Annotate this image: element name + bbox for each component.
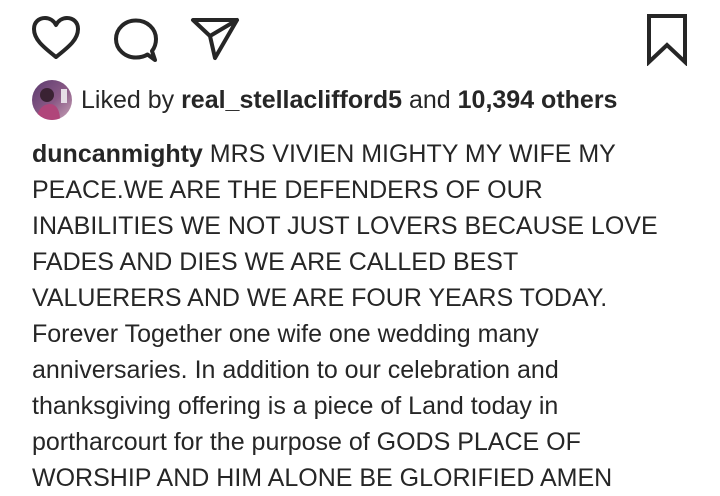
liker-username[interactable]: real_stellaclifford5 xyxy=(181,86,402,114)
and-label: and xyxy=(408,86,451,114)
heart-icon xyxy=(32,16,80,59)
comment-button[interactable] xyxy=(112,17,160,63)
liker-avatar[interactable] xyxy=(32,80,72,120)
speech-bubble-icon xyxy=(114,18,158,62)
likes-count[interactable]: 10,394 others xyxy=(458,86,618,114)
caption-line: duncanmighty MRS VIVIEN MIGHTY MY WIFE M… xyxy=(32,136,692,172)
likes-summary: Liked by real_stellaclifford5 and 10,394… xyxy=(32,80,617,120)
caption-username[interactable]: duncanmighty xyxy=(32,140,203,168)
caption-line: PEACE.WE ARE THE DEFENDERS OF OUR xyxy=(32,176,543,204)
caption-line: FADES AND DIES WE ARE CALLED BEST xyxy=(32,248,519,276)
caption-line: portharcourt for the purpose of GODS PLA… xyxy=(32,428,581,456)
liked-by-label: Liked by xyxy=(81,86,175,114)
paper-plane-icon xyxy=(191,18,239,60)
post-caption: duncanmighty MRS VIVIEN MIGHTY MY WIFE M… xyxy=(32,136,692,496)
like-button[interactable] xyxy=(31,15,81,61)
caption-line: anniversaries. In addition to our celebr… xyxy=(32,356,559,384)
caption-text: MRS VIVIEN MIGHTY MY WIFE MY xyxy=(209,140,616,168)
caption-line: VALUERERS AND WE ARE FOUR YEARS TODAY. xyxy=(32,284,608,312)
caption-line: thanksgiving offering is a piece of Land… xyxy=(32,392,559,420)
post-action-bar xyxy=(0,0,720,80)
bookmark-icon xyxy=(647,14,687,66)
caption-line: Forever Together one wife one wedding ma… xyxy=(32,320,539,348)
save-button[interactable] xyxy=(645,12,689,66)
caption-line: INABILITIES WE NOT JUST LOVERS BECAUSE L… xyxy=(32,212,658,240)
share-button[interactable] xyxy=(189,16,241,62)
